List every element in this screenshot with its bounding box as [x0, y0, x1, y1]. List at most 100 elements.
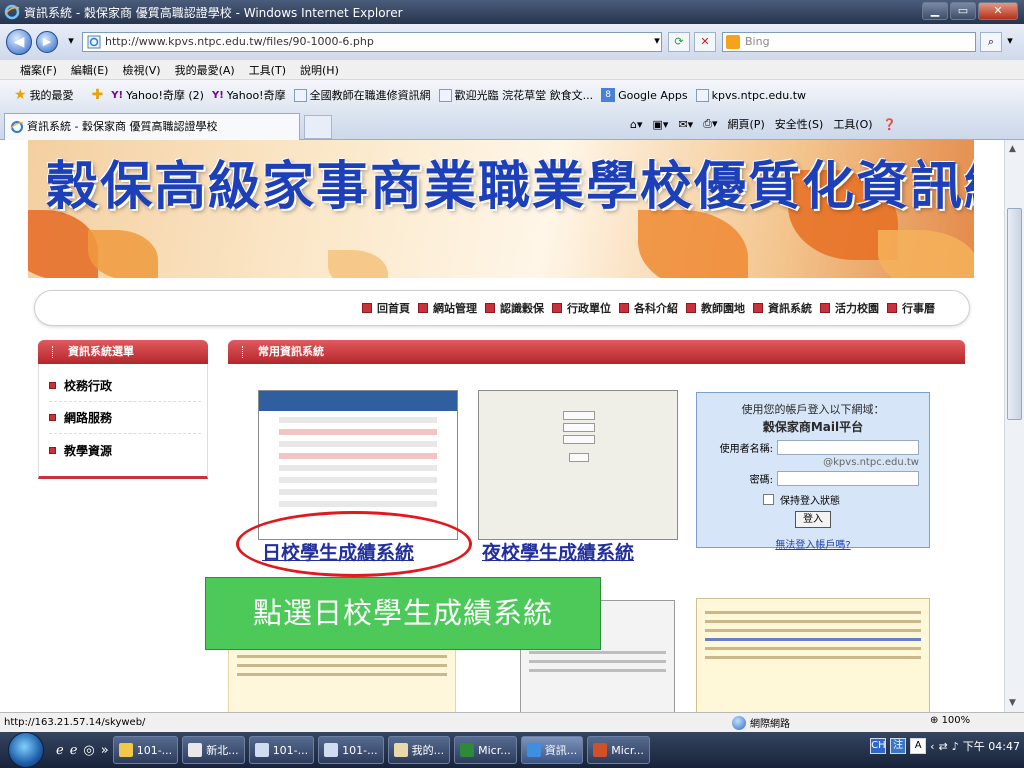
- favorite-item[interactable]: Y! Yahoo!奇摩 (2): [111, 87, 204, 103]
- scroll-down-icon[interactable]: ▼: [1009, 698, 1016, 708]
- menu-help[interactable]: 說明(H): [300, 62, 339, 78]
- menu-edit[interactable]: 編輯(E): [71, 62, 109, 78]
- command-tools[interactable]: 工具(O): [833, 116, 872, 132]
- lower-thumbnail-3[interactable]: [696, 598, 930, 712]
- highlight-ellipse: [236, 511, 472, 577]
- print-icon[interactable]: ⎙▾: [703, 117, 717, 131]
- ie-icon: [4, 4, 20, 20]
- clock[interactable]: 下午 04:47: [963, 738, 1020, 754]
- new-tab-button[interactable]: [304, 115, 332, 139]
- sidebar-item-teaching[interactable]: 教學資源: [49, 434, 201, 466]
- taskbar-item[interactable]: 101-...: [318, 736, 384, 764]
- mail-icon[interactable]: ✉▾: [678, 118, 693, 131]
- favorite-item[interactable]: 歡迎光臨 浣花草堂 飲食文...: [438, 87, 593, 103]
- nav-departments[interactable]: 各科介紹: [619, 300, 678, 316]
- password-field[interactable]: [777, 471, 919, 486]
- forward-button[interactable]: ▶: [36, 31, 58, 53]
- window-icon: [188, 743, 203, 757]
- taskbar-item[interactable]: 資訊...: [520, 736, 584, 764]
- maximize-button[interactable]: ▭: [950, 2, 976, 20]
- bing-icon: [726, 35, 740, 49]
- app-quicklaunch-icon[interactable]: ◎: [83, 743, 94, 758]
- scroll-thumb[interactable]: [1007, 208, 1022, 420]
- nav-teachers[interactable]: 教師園地: [686, 300, 745, 316]
- taskbar-item[interactable]: 101-...: [248, 736, 315, 764]
- refresh-icon[interactable]: ⟳: [668, 32, 690, 52]
- nav-calendar[interactable]: 行事曆: [887, 300, 935, 316]
- address-input[interactable]: http://www.kpvs.ntpc.edu.tw/files/90-100…: [82, 32, 662, 52]
- nav-campus[interactable]: 活力校園: [820, 300, 879, 316]
- help-icon[interactable]: ❓: [883, 118, 897, 131]
- taskbar-item[interactable]: 新北...: [182, 736, 245, 764]
- nav-about[interactable]: 認識穀保: [485, 300, 544, 316]
- favorite-item[interactable]: 8 Google Apps: [601, 88, 688, 102]
- night-system-thumbnail[interactable]: [478, 390, 678, 540]
- history-dropdown-icon[interactable]: ▾: [60, 32, 82, 52]
- address-dropdown-icon[interactable]: ▾: [646, 32, 668, 52]
- command-safety[interactable]: 安全性(S): [775, 116, 824, 132]
- login-button[interactable]: 登入: [795, 511, 831, 528]
- volume-icon[interactable]: ♪: [952, 740, 959, 753]
- start-button[interactable]: [8, 732, 44, 768]
- search-input[interactable]: Bing: [722, 32, 976, 52]
- taskbar-item[interactable]: 101-...: [112, 736, 179, 764]
- remember-checkbox[interactable]: [763, 494, 774, 505]
- night-grade-system-link[interactable]: 夜校學生成績系統: [482, 538, 634, 565]
- nav-home[interactable]: 回首頁: [362, 300, 410, 316]
- network-icon[interactable]: ⇄: [939, 740, 948, 753]
- sidebar-item-school-admin[interactable]: 校務行政: [49, 370, 201, 402]
- username-field[interactable]: [777, 440, 919, 455]
- sidebar-item-network[interactable]: 網路服務: [49, 402, 201, 434]
- page-content: 穀保高級家事商業職業學校優質化資訊網 回首頁 網站管理 認識穀保 行政單位 各科…: [0, 140, 1004, 712]
- bullet-icon: [887, 303, 897, 313]
- ie-quicklaunch-icon[interactable]: ℯ: [56, 743, 64, 758]
- home-icon[interactable]: ⌂▾: [630, 118, 643, 131]
- bullet-icon: [418, 303, 428, 313]
- taskbar-item[interactable]: 我的...: [387, 736, 451, 764]
- minimize-button[interactable]: ▁: [922, 2, 948, 20]
- scroll-up-icon[interactable]: ▲: [1009, 144, 1016, 154]
- ime-icon[interactable]: 注: [890, 738, 907, 754]
- ime-mode-icon[interactable]: A: [910, 738, 927, 754]
- nav-info-systems[interactable]: 資訊系統: [753, 300, 812, 316]
- status-url: http://163.21.57.14/skyweb/: [4, 717, 146, 728]
- tab-current[interactable]: 資訊系統 - 穀保家商 優質高職認證學校: [4, 113, 300, 140]
- mail-login-box: 使用您的帳戶登入以下網域： 穀保家商Mail平台 使用者名稱: @kpvs.nt…: [696, 392, 930, 551]
- nav-label: 回首頁: [377, 302, 410, 315]
- folder-icon: [393, 743, 408, 757]
- favorite-item-label: kpvs.ntpc.edu.tw: [711, 88, 807, 102]
- sidebar-item-label: 網路服務: [64, 411, 113, 425]
- taskbar-item[interactable]: Micr...: [587, 736, 650, 764]
- ie-quicklaunch-icon[interactable]: ℯ: [70, 743, 78, 758]
- menu-file[interactable]: 檔案(F): [20, 62, 57, 78]
- close-button[interactable]: ✕: [978, 2, 1018, 20]
- language-icon[interactable]: CH: [870, 738, 887, 754]
- zoom-control[interactable]: ⊕ 100%: [930, 715, 970, 726]
- favorite-item[interactable]: Y! Yahoo!奇摩: [212, 87, 286, 103]
- nav-site-admin[interactable]: 網站管理: [418, 300, 477, 316]
- more-icon[interactable]: »: [101, 743, 109, 758]
- nav-admin-units[interactable]: 行政單位: [552, 300, 611, 316]
- add-favorite-icon[interactable]: ✚: [92, 87, 104, 103]
- vertical-scrollbar[interactable]: ▲ ▼: [1004, 140, 1024, 712]
- search-icon[interactable]: ⌕: [980, 32, 1002, 52]
- menu-tools[interactable]: 工具(T): [249, 62, 286, 78]
- nav-label: 網站管理: [433, 302, 477, 315]
- favorites-button[interactable]: ★ 我的最愛: [14, 87, 74, 103]
- search-dropdown-icon[interactable]: ▾: [1001, 32, 1019, 52]
- nav-label: 各科介紹: [634, 302, 678, 315]
- favorite-item[interactable]: kpvs.ntpc.edu.tw: [695, 88, 807, 102]
- menu-favorites[interactable]: 我的最愛(A): [175, 62, 235, 78]
- menu-view[interactable]: 檢視(V): [122, 62, 160, 78]
- command-page[interactable]: 網頁(P): [728, 116, 765, 132]
- back-button[interactable]: ◀: [6, 29, 32, 55]
- yahoo-icon: Y!: [111, 89, 124, 101]
- stop-icon[interactable]: ✕: [694, 32, 716, 52]
- taskbar-item[interactable]: Micr...: [454, 736, 517, 764]
- tray-arrow-icon[interactable]: ‹: [930, 740, 934, 753]
- taskbar-item-label: Micr...: [611, 743, 644, 757]
- login-help-link[interactable]: 無法登入帳戶嗎?: [707, 536, 919, 551]
- feeds-icon[interactable]: ▣▾: [653, 118, 669, 131]
- login-domain: @kpvs.ntpc.edu.tw: [823, 457, 919, 468]
- favorite-item[interactable]: 全國教師在職進修資訊網: [293, 87, 431, 103]
